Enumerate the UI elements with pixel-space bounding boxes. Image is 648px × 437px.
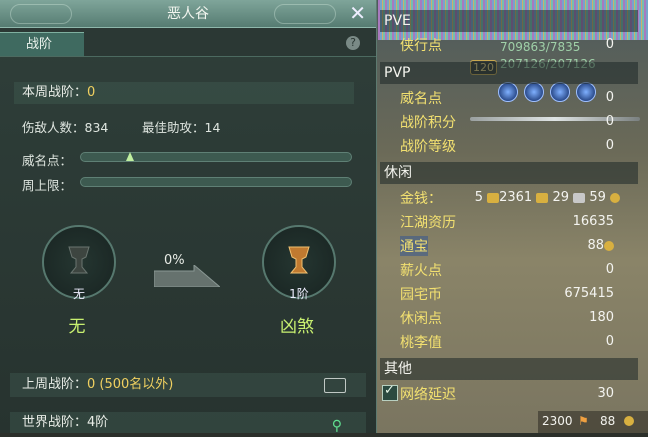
tab-war-rank[interactable]: 战阶 [0,32,84,56]
close-icon[interactable]: ✕ [349,1,366,25]
latency-checkbox[interactable] [382,383,398,401]
kills-value: 834 [84,120,109,135]
stat-label: 威名点 [400,91,442,107]
stat-value: 675415 [564,286,614,301]
arrow-right-icon [154,265,220,287]
silver-amount: 29 [552,190,570,205]
stat-label: 休闲点 [400,311,442,327]
stat-label: 战阶积分 [400,115,456,131]
last-week-value: 0 (500名以外) [87,377,174,392]
brick-amount: 2361 [499,190,533,205]
kills-label: 伤敌人数： [22,120,85,135]
stat-value: 16635 [572,214,614,229]
stat-label: 战阶等级 [400,139,456,155]
weekly-rank-value: 0 [87,85,96,100]
prestige-label: 威名点： [22,153,73,168]
section-pvp: PVP [380,62,638,84]
currency-panel: PVE 侠行点 0 PVP 威名点 0 战阶积分 0 战阶等级 0 休闲 金钱：… [378,0,640,433]
stat-label: 江湖资历 [400,215,456,231]
assist-value: 14 [204,120,221,135]
help-icon[interactable]: ? [346,36,360,50]
bottom-status-bar: 2300 ⚑ 88 [538,411,648,433]
section-leisure: 休闲 [380,162,638,184]
next-rank-medal: 1阶 [262,225,336,301]
gold-amount: 5 [474,190,483,205]
tongbao-value: 88 [587,238,604,253]
section-pve: PVE [380,10,638,32]
stat-label: 园宅币 [400,287,442,303]
war-rank-panel: 恶人谷 ✕ 战阶 ? 本周战阶：0 伤敌人数：834 最佳助攻：14 威名点： … [0,0,377,434]
tongbao-coin-icon [604,240,614,251]
weekcap-bar [80,177,352,187]
weekly-rank-label: 本周战阶： [22,85,88,100]
copper-amount: 59 [589,190,606,205]
tab-bar: 战阶 ? [0,28,376,57]
section-other: 其他 [380,358,638,380]
next-rank-tier: 1阶 [289,287,309,301]
copper-coin-icon [610,192,620,203]
stat-value: 30 [597,386,614,401]
world-rank-row: 世界战阶：4阶 ⚲ [10,412,366,434]
stat-value: 0 [605,114,614,129]
stat-label: 桃李值 [400,335,442,351]
next-rank-name: 凶煞 [280,317,314,337]
stat-value: 88 [587,238,614,253]
stat-value: 180 [589,310,614,325]
panel-title: 恶人谷 [167,6,209,22]
stat-label: 通宝 [400,236,428,256]
rank-trophy-icon [288,246,310,274]
money-value: 5 2361 29 59 [475,190,620,205]
coin-icon [624,416,634,426]
gold-ingot-icon [536,192,549,203]
gold-bar-icon [487,192,500,203]
assist-stat: 最佳助攻：14 [142,117,220,136]
stat-label: 网络延迟 [400,387,456,403]
weekly-rank-row: 本周战阶：0 [14,82,354,104]
weekcap-label: 周上限： [22,178,73,193]
kills-stat: 伤敌人数：834 [22,117,108,136]
world-rank-label: 世界战阶： [22,415,88,430]
last-week-label: 上周战阶： [22,377,88,392]
current-rank-medal: 无 [42,225,116,301]
prestige-marker [126,152,134,161]
location-pin-icon[interactable]: ⚲ [332,416,342,437]
stat-value: 0 [605,262,614,277]
prestige-bar [80,152,352,162]
assist-label: 最佳助攻： [142,120,205,135]
last-week-row: 上周战阶：0 (500名以外) [10,373,366,397]
bottom-right-value: 88 [600,414,616,428]
stat-value: 0 [605,37,614,52]
current-rank-name: 无 [68,317,86,337]
mail-icon[interactable] [324,378,346,393]
bottom-left-value: 2300 [542,414,573,428]
stat-value: 0 [605,90,614,105]
stat-label: 金钱： [400,191,442,207]
current-rank-tier: 无 [72,287,85,301]
panel-titlebar: 恶人谷 ✕ [0,0,376,28]
rank-trophy-icon [68,246,90,274]
stat-label: 薪火点 [400,263,442,279]
world-rank-value: 4阶 [87,415,109,430]
stat-value: 0 [605,138,614,153]
stat-label: 侠行点 [400,38,442,54]
stat-value: 0 [605,334,614,349]
silver-ingot-icon [573,192,586,203]
boot-icon: ⚑ [578,414,589,428]
